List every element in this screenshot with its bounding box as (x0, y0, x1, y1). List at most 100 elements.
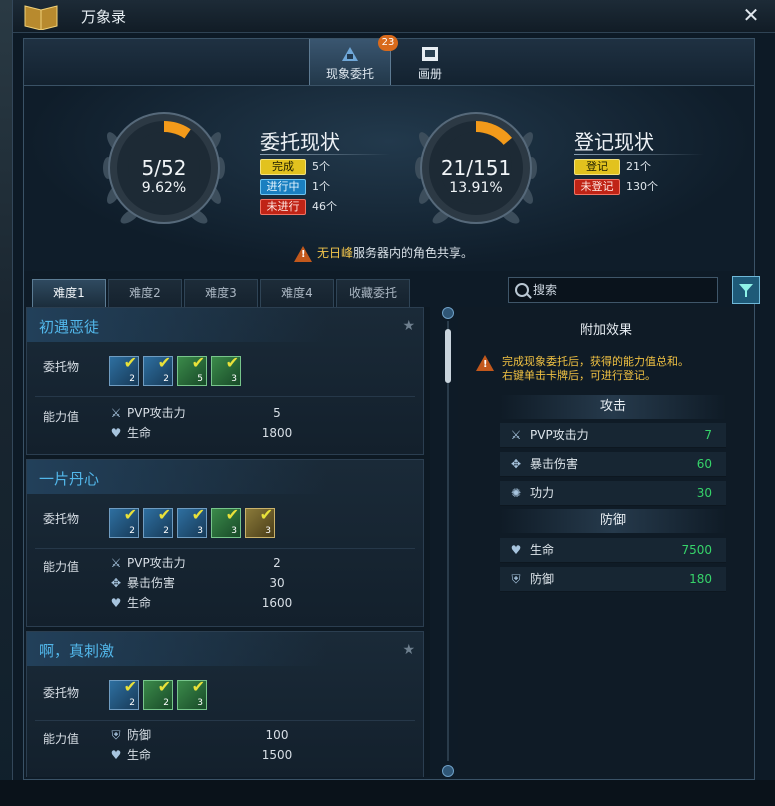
commission-progress-label: 5/52 9.62% (104, 156, 224, 196)
stats-label: 能力值 (43, 560, 80, 574)
stat-row: ♥ 生命 1500 (110, 748, 293, 762)
notstarted-tag: 未进行 (260, 199, 306, 215)
card-title: 一片丹心 (39, 470, 100, 488)
favorite-star-icon[interactable]: ★ (402, 642, 415, 658)
cards-label: 委托物 (43, 686, 80, 700)
cards-label: 委托物 (43, 512, 80, 526)
top-tabs: 现象委托 23 画册 (24, 35, 754, 86)
card-icon[interactable]: ✔ 3 (245, 505, 275, 538)
commission-card[interactable]: 一片丹心 委托物 ✔ 2 ✔ 2 ✔ 3 ✔ 3 ✔ 3 能力值 ⚔ PVP攻击力 2 ✥ 暴击伤害 30… (26, 459, 424, 627)
registry-registered-row: 登记 21个 (574, 159, 651, 175)
card-slots: ✔ 2 ✔ 2 ✔ 3 (109, 677, 211, 712)
divider (35, 548, 415, 549)
main-frame: 现象委托 23 画册 5/52 9.62% 委托现状 完成 5个 进行中 1个 … (23, 35, 760, 780)
tab-difficulty-1[interactable]: 难度1 (32, 279, 106, 308)
effect-row: ✥ 暴击伤害 60 (500, 452, 726, 477)
search-icon (515, 283, 529, 297)
tab-commission[interactable]: 现象委托 23 (309, 35, 398, 85)
warning-icon: ! (476, 355, 494, 371)
defense-section-title: 防御 (500, 509, 726, 533)
commission-percent: 9.62% (141, 180, 187, 196)
power-icon: ✺ (510, 486, 522, 500)
note-line-1: 完成现象委托后，获得的能力值总和。 (502, 355, 689, 368)
tab-difficulty-4[interactable]: 难度4 (260, 279, 334, 308)
registered-count: 21个 (626, 160, 651, 173)
card-icon[interactable]: ✔ 3 (211, 353, 241, 386)
stat-row: ♥ 生命 1600 (110, 596, 293, 610)
tab-commission-label: 现象委托 (325, 67, 374, 81)
complete-count: 5个 (312, 160, 330, 173)
effect-row: ⚔ PVP攻击力 7 (500, 423, 726, 448)
complete-tag: 完成 (260, 159, 306, 175)
status-panel: 5/52 9.62% 委托现状 完成 5个 进行中 1个 未进行 46个 21/… (24, 86, 754, 271)
tab-favorites[interactable]: 收藏委托 (336, 279, 410, 308)
scroll-track[interactable] (447, 321, 449, 761)
crit-damage-icon: ✥ (510, 457, 522, 471)
commission-notstarted-row: 未进行 46个 (260, 199, 337, 215)
heart-icon: ♥ (110, 748, 122, 762)
stat-row: ⚔ PVP攻击力 5 (110, 406, 281, 420)
card-icon[interactable]: ✔ 2 (143, 677, 173, 710)
commission-icon (342, 47, 358, 61)
filter-icon[interactable] (732, 276, 760, 304)
effect-row: ⛨ 防御 180 (500, 567, 726, 592)
note-line-2: 右键单击卡牌后，可进行登记。 (502, 369, 656, 382)
card-icon[interactable]: ✔ 3 (177, 505, 207, 538)
book-icon (24, 5, 58, 30)
card-icon[interactable]: ✔ 5 (177, 353, 207, 386)
card-title-bar: 一片丹心 (27, 460, 327, 494)
card-slots: ✔ 2 ✔ 2 ✔ 5 ✔ 3 (109, 353, 245, 388)
pvp-attack-icon: ⚔ (110, 406, 122, 420)
card-title: 初遇恶徒 (39, 318, 100, 336)
registered-tag: 登记 (574, 159, 620, 175)
title-bar[interactable]: 万象录 ✕ (13, 0, 775, 33)
card-icon[interactable]: ✔ 2 (143, 505, 173, 538)
list-scrollbar[interactable] (442, 307, 454, 777)
tab-difficulty-2[interactable]: 难度2 (108, 279, 182, 308)
tab-album[interactable]: 画册 (390, 39, 470, 85)
commission-count: 5/52 (141, 156, 187, 180)
divider (35, 396, 415, 397)
inprogress-tag: 进行中 (260, 179, 306, 195)
scroll-down-icon[interactable] (442, 765, 454, 777)
effect-row: ✺ 功力 30 (500, 481, 726, 506)
card-icon[interactable]: ✔ 2 (143, 353, 173, 386)
heart-icon: ♥ (510, 543, 522, 557)
warning-icon: ! (294, 245, 312, 262)
divider (574, 154, 704, 155)
card-icon[interactable]: ✔ 3 (211, 505, 241, 538)
registry-percent: 13.91% (449, 180, 503, 196)
cards-label: 委托物 (43, 360, 80, 374)
stat-row: ⛨ 防御 100 (109, 726, 288, 744)
server-name: 无日峰 (317, 246, 354, 260)
registry-progress-label: 21/151 13.91% (416, 156, 536, 196)
card-slots: ✔ 2 ✔ 2 ✔ 3 ✔ 3 ✔ 3 (109, 505, 279, 540)
inprogress-count: 1个 (312, 180, 330, 193)
window-title: 万象录 (81, 8, 127, 26)
card-icon[interactable]: ✔ 2 (109, 353, 139, 386)
effects-title: 附加效果 (579, 323, 632, 338)
card-icon[interactable]: ✔ 3 (177, 677, 207, 710)
heart-icon: ♥ (110, 426, 122, 440)
divider (35, 720, 415, 721)
search-input[interactable]: 搜索 (508, 277, 718, 303)
card-icon[interactable]: ✔ 2 (109, 505, 139, 538)
scroll-up-icon[interactable] (442, 307, 454, 319)
stats-label: 能力值 (43, 732, 80, 746)
bottom-hotbar (0, 780, 775, 806)
close-icon[interactable]: ✕ (740, 4, 762, 26)
favorite-star-icon[interactable]: ★ (402, 318, 415, 334)
card-title-bar: 啊，真刺激 (27, 632, 327, 666)
registry-count: 21/151 (440, 156, 512, 180)
card-icon[interactable]: ✔ 2 (109, 677, 139, 710)
commission-list[interactable]: 初遇恶徒 ★ 委托物 ✔ 2 ✔ 2 ✔ 5 ✔ 3 能力值 ⚔ PVP攻击力 5 ♥ 生命 1800… (26, 307, 430, 777)
tab-difficulty-3[interactable]: 难度3 (184, 279, 258, 308)
pvp-attack-icon: ⚔ (510, 428, 522, 442)
commission-card[interactable]: 初遇恶徒 ★ 委托物 ✔ 2 ✔ 2 ✔ 5 ✔ 3 能力值 ⚔ PVP攻击力 5 ♥ 生命 1800 (26, 307, 424, 455)
card-title-bar: 初遇恶徒 (27, 308, 327, 342)
scroll-thumb[interactable] (445, 329, 451, 383)
commission-card[interactable]: 啊，真刺激 ★ 委托物 ✔ 2 ✔ 2 ✔ 3 能力值 ⛨ 防御 100 ♥ 生命 1500 (26, 631, 424, 777)
search-placeholder: 搜索 (533, 283, 558, 297)
commission-complete-row: 完成 5个 (260, 159, 330, 175)
commission-inprogress-row: 进行中 1个 (260, 179, 330, 195)
